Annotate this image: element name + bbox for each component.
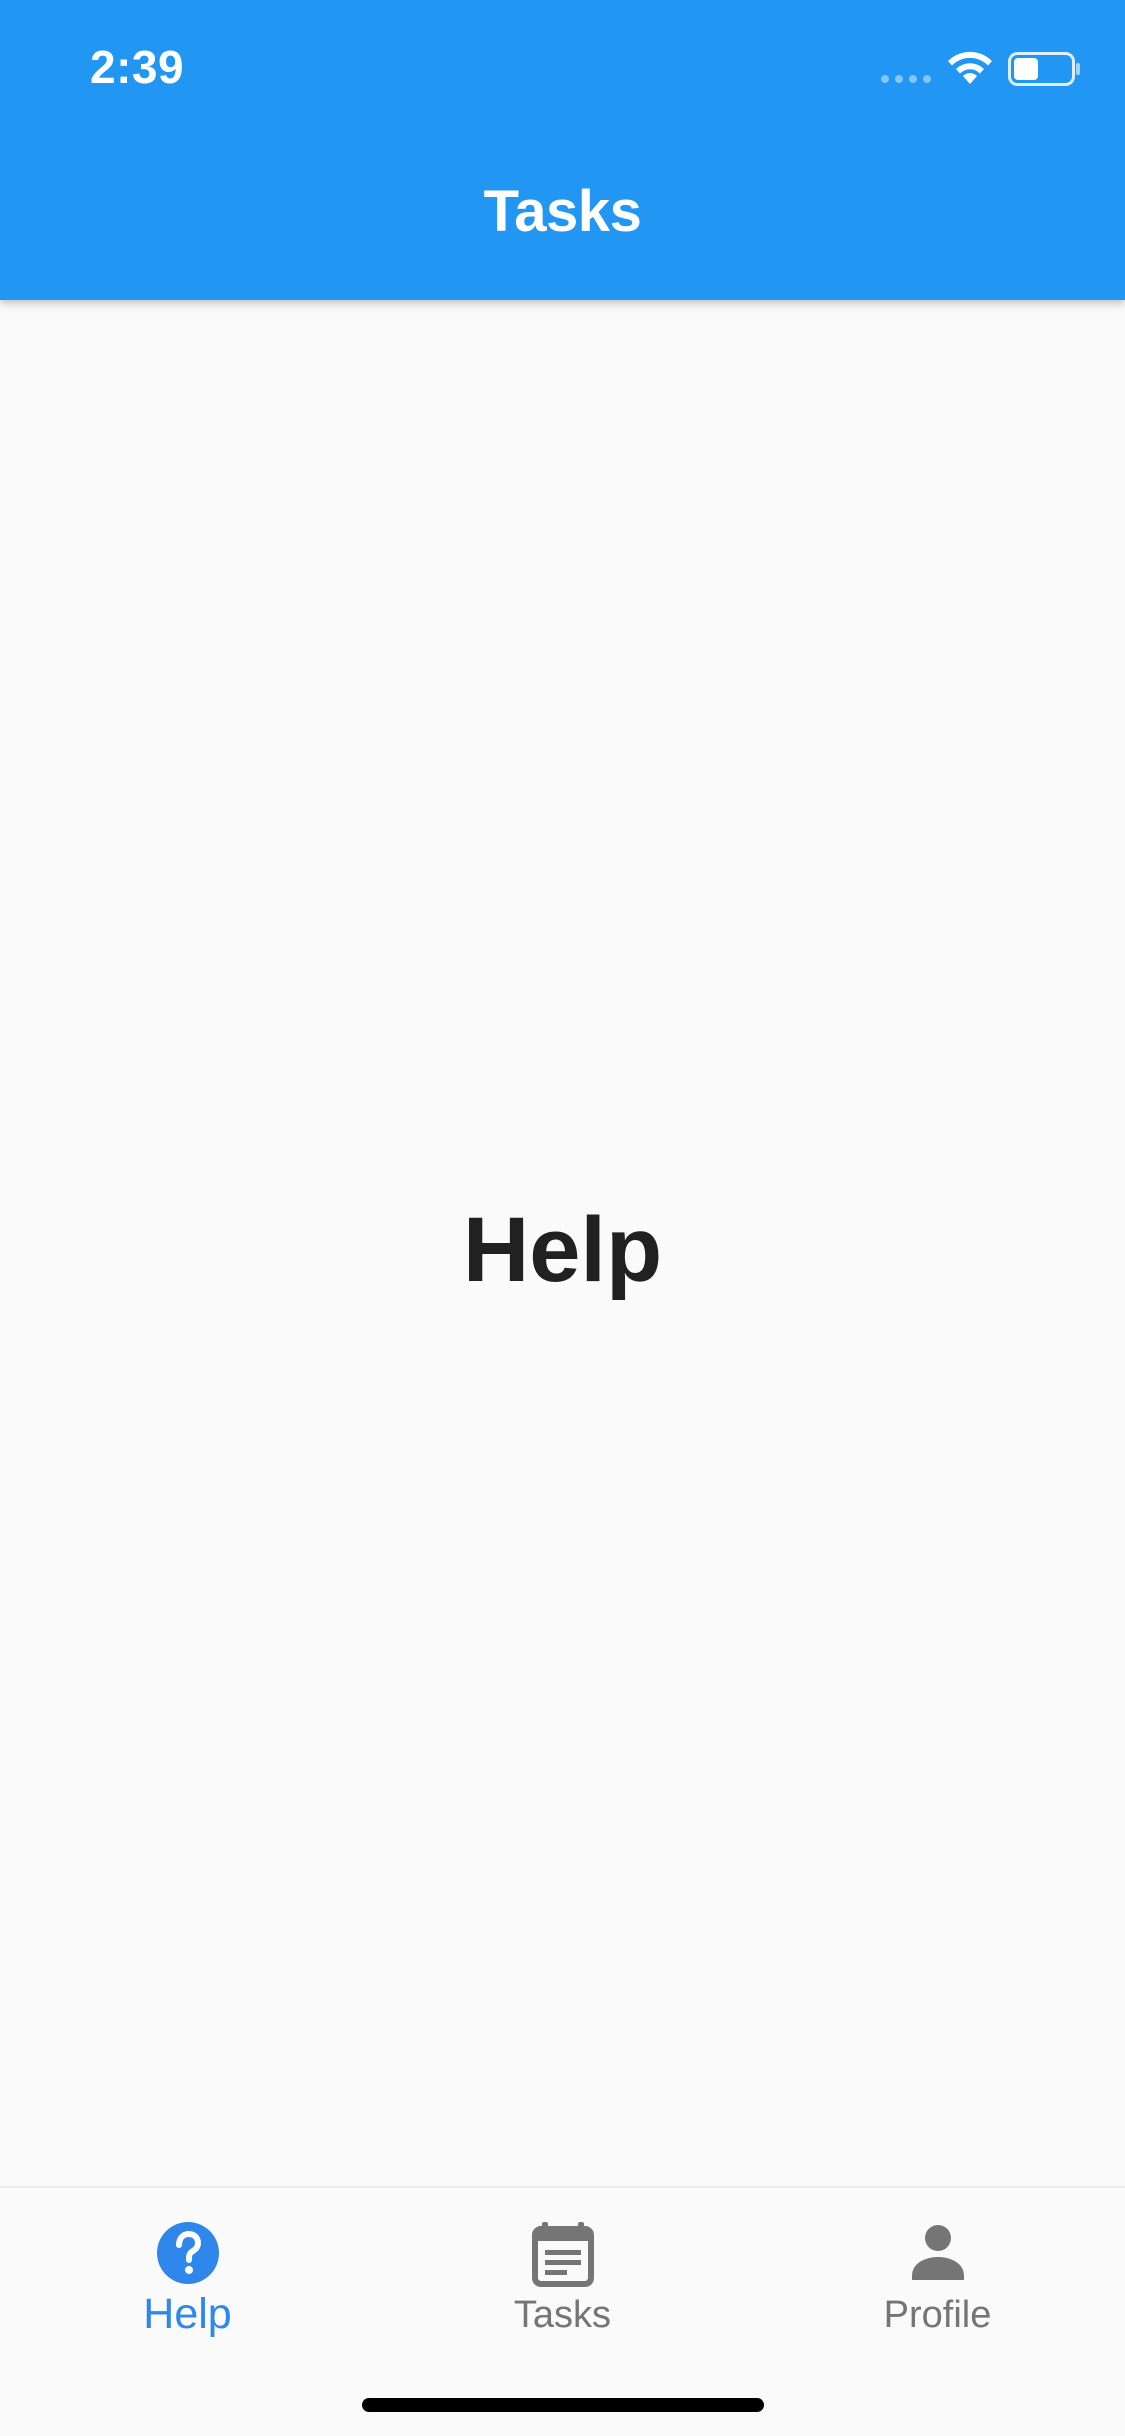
- help-heading: Help: [462, 1199, 663, 1301]
- cellular-signal-icon: [881, 75, 931, 83]
- nav-item-help[interactable]: Help: [0, 2188, 375, 2378]
- event-note-icon: [531, 2222, 594, 2287]
- nav-label-help: Help: [143, 2290, 232, 2338]
- status-time: 2:39: [90, 41, 185, 93]
- screen: 2:39 Tasks Help Help Tasks Profile: [0, 0, 1125, 2436]
- nav-item-tasks[interactable]: Tasks: [375, 2188, 750, 2378]
- app-bar: 2:39 Tasks: [0, 0, 1125, 300]
- status-bar: 2:39: [0, 0, 1125, 132]
- person-icon: [911, 2225, 964, 2280]
- home-indicator[interactable]: [362, 2398, 764, 2412]
- page-title: Tasks: [483, 179, 642, 244]
- wifi-icon: [948, 51, 992, 84]
- nav-label-tasks: Tasks: [513, 2294, 612, 2336]
- main-content: Help: [0, 300, 1125, 2186]
- battery-icon: [1008, 52, 1080, 86]
- nav-item-profile[interactable]: Profile: [750, 2188, 1125, 2378]
- help-circle-icon: [156, 2222, 219, 2284]
- nav-label-profile: Profile: [883, 2294, 992, 2336]
